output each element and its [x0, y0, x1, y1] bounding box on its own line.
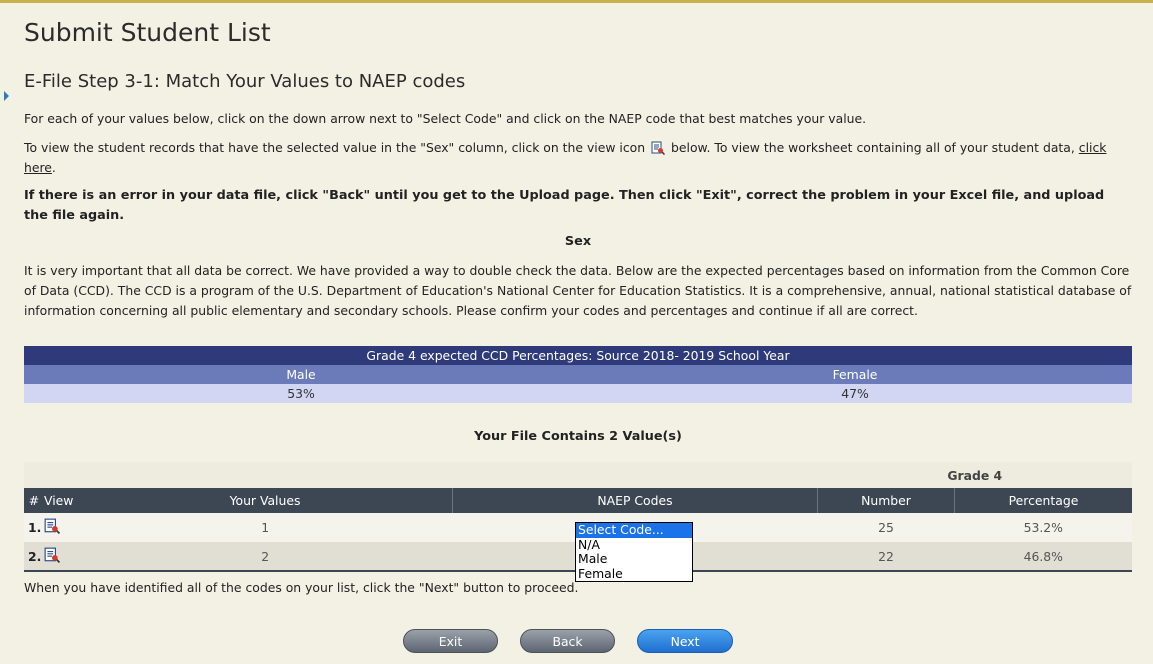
instructions-text-after-icon: below. To view the worksheet containing … [671, 140, 1075, 155]
error-note: If there is an error in your data file, … [24, 188, 1105, 223]
row-number: 25 [817, 513, 955, 542]
ccd-value-male: 53% [24, 384, 578, 403]
ccd-header-male: Male [24, 365, 578, 384]
naep-code-dropdown[interactable]: Select Code... N/A Male Female [575, 522, 693, 582]
view-record-icon [651, 141, 666, 155]
row-view-cell [44, 513, 78, 542]
top-accent-line [0, 0, 1153, 3]
ccd-percentages-table: Grade 4 expected CCD Percentages: Source… [24, 346, 1132, 403]
instructions-text-before-icon: To view the student records that have th… [24, 140, 646, 155]
column-header-naep-codes: NAEP Codes [452, 488, 818, 513]
dropdown-option-na[interactable]: N/A [576, 537, 692, 553]
row-view-cell [44, 542, 78, 572]
next-button[interactable]: Next [637, 629, 733, 653]
ccd-header-female: Female [578, 365, 1132, 384]
grade-group-header: Grade 4 [817, 462, 1132, 488]
column-header-view: View [44, 488, 78, 513]
row-index: 2. [24, 542, 44, 572]
row-percentage: 53.2% [954, 513, 1132, 542]
row-your-value: 2 [78, 542, 453, 572]
ccd-table-title: Grade 4 expected CCD Percentages: Source… [24, 346, 1132, 365]
dropdown-option-female[interactable]: Female [576, 566, 692, 582]
page-title: Submit Student List [24, 18, 271, 47]
dropdown-option-male[interactable]: Male [576, 551, 692, 567]
instructions-period: . [51, 160, 56, 175]
view-record-icon[interactable] [44, 518, 61, 535]
view-record-icon[interactable] [44, 547, 61, 563]
dropdown-option-selected[interactable]: Select Code... [576, 522, 692, 538]
group-header-spacer [24, 462, 818, 488]
row-percentage: 46.8% [954, 542, 1132, 572]
ccd-value-female: 47% [578, 384, 1132, 403]
instructions-paragraph-1: For each of your values below, click on … [24, 111, 867, 126]
row-number: 22 [817, 542, 955, 572]
blue-arrow-marker-icon [4, 91, 9, 101]
row-your-value: 1 [78, 513, 453, 542]
column-header-index: # [24, 488, 44, 513]
section-heading-sex: Sex [564, 234, 592, 249]
step-title: E-File Step 3-1: Match Your Values to NA… [24, 71, 466, 92]
instructions-paragraph-2: To view the student records that have th… [24, 138, 1132, 178]
column-header-percentage: Percentage [954, 488, 1132, 513]
ccd-paragraph: It is very important that all data be co… [24, 263, 1132, 318]
exit-button[interactable]: Exit [403, 629, 498, 653]
column-header-your-values: Your Values [78, 488, 453, 513]
file-summary: Your File Contains 2 Value(s) [474, 429, 682, 444]
back-button[interactable]: Back [520, 629, 615, 653]
column-header-number: Number [817, 488, 955, 513]
row-index: 1. [24, 513, 44, 542]
